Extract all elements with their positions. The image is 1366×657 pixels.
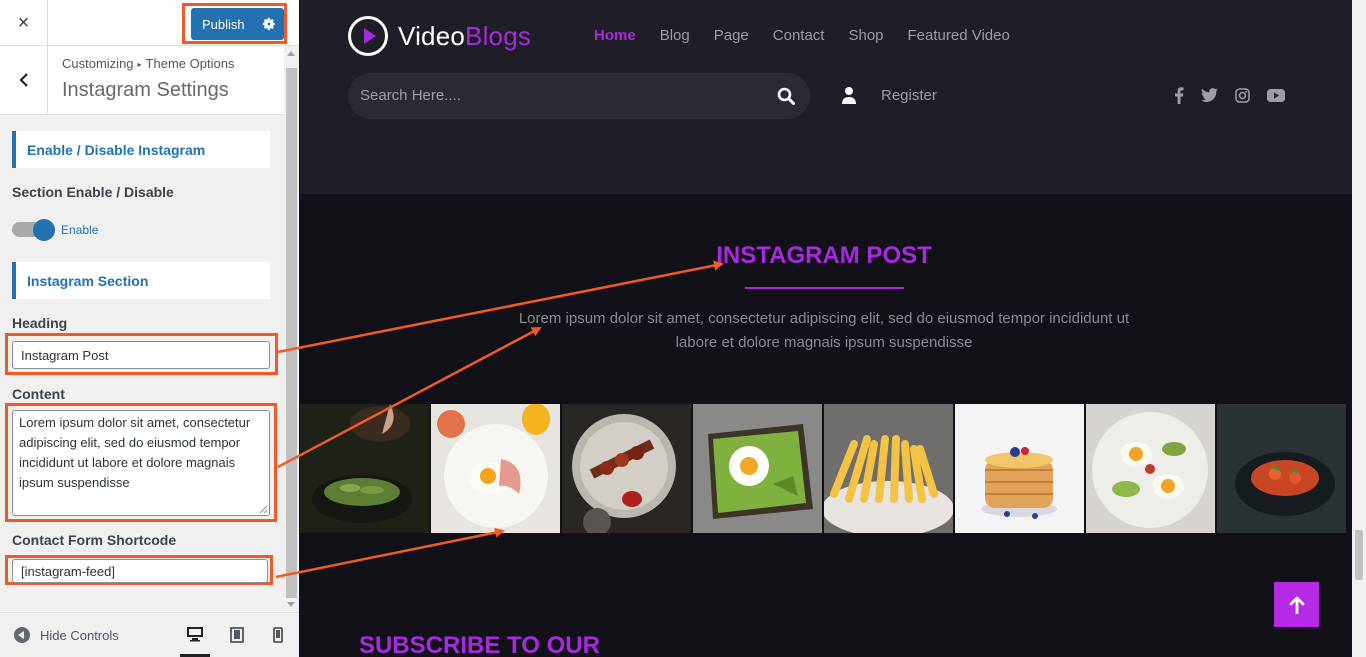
photo-eggs-and-ham[interactable] [431, 404, 560, 533]
gear-icon[interactable] [262, 17, 276, 31]
scroll-down-icon[interactable] [287, 602, 295, 607]
device-mobile-button[interactable] [263, 613, 293, 657]
collapse-icon [14, 627, 30, 643]
nav-item-contact[interactable]: Contact [773, 27, 825, 44]
photo-grilled-skewers[interactable] [562, 404, 691, 533]
photo-tomato-salad[interactable] [1217, 404, 1346, 533]
photo-eggs-avocado-salad[interactable] [1086, 404, 1215, 533]
section-title-enable-disable: Enable / Disable Instagram [12, 131, 270, 168]
publish-button[interactable]: Publish [191, 8, 284, 40]
hide-controls-button[interactable]: Hide Controls [14, 627, 119, 643]
play-icon [348, 16, 388, 56]
photo-pancakes[interactable] [955, 404, 1084, 533]
preview-scrollbar[interactable] [1352, 0, 1366, 657]
device-tablet-button[interactable] [222, 613, 252, 657]
youtube-icon[interactable] [1266, 86, 1286, 104]
back-button[interactable] [0, 46, 48, 114]
section-toggle-label: Section Enable / Disable [12, 184, 174, 200]
arrow-up-icon [1289, 596, 1304, 614]
twitter-icon[interactable] [1199, 86, 1219, 104]
photo-avocado-toast[interactable] [693, 404, 822, 533]
preview-scrollbar-thumb[interactable] [1355, 530, 1363, 580]
nav-item-shop[interactable]: Shop [848, 27, 883, 44]
subscribe-heading: SUBSCRIBE TO OUR [359, 632, 600, 657]
site-logo[interactable]: VideoBlogs [348, 16, 531, 56]
search-icon[interactable] [777, 87, 795, 105]
instagram-gallery [300, 404, 1366, 533]
tablet-icon [230, 627, 244, 643]
heading-label: Heading [12, 315, 68, 331]
content-label: Content [12, 386, 65, 402]
logo-text-accent: Blogs [465, 20, 532, 51]
customizer-footer: Hide Controls [0, 612, 299, 657]
search-input[interactable]: Search Here.... [348, 73, 810, 119]
chevron-left-icon [18, 73, 28, 87]
instagram-section: INSTAGRAM POST Lorem ipsum dolor sit ame… [300, 194, 1366, 657]
register-link[interactable]: Register [881, 87, 937, 104]
nav-item-featured-video[interactable]: Featured Video [908, 27, 1010, 44]
heading-input[interactable] [12, 341, 270, 369]
section-title-instagram: Instagram Section [12, 262, 270, 299]
breadcrumb-parent: Theme Options [145, 56, 235, 71]
nav-item-page[interactable]: Page [714, 27, 749, 44]
shortcode-input[interactable] [12, 559, 268, 583]
breadcrumb: Customizing ▸ Theme Options [62, 56, 234, 71]
close-button[interactable]: × [0, 0, 48, 46]
nav-item-blog[interactable]: Blog [660, 27, 690, 44]
toggle-knob[interactable] [33, 219, 55, 241]
device-desktop-button[interactable] [180, 613, 210, 657]
instagram-heading: INSTAGRAM POST [716, 242, 932, 269]
desktop-icon [187, 626, 203, 641]
instagram-icon[interactable] [1232, 86, 1252, 104]
facebook-icon[interactable] [1169, 86, 1189, 104]
logo-text: VideoBlogs [398, 21, 531, 52]
toggle-state-label: Enable [61, 223, 99, 237]
resize-handle-icon[interactable] [259, 505, 268, 514]
publish-label: Publish [202, 16, 245, 32]
scroll-to-top-button[interactable] [1274, 582, 1319, 627]
photo-french-fries[interactable] [824, 404, 953, 533]
photo-green-beans[interactable] [300, 404, 429, 533]
breadcrumb-separator-icon: ▸ [137, 60, 142, 69]
mobile-icon [273, 627, 283, 643]
heading-underline [745, 287, 904, 289]
customizer-panel: × Publish Customizing ▸ Theme Options Inst… [0, 0, 299, 657]
page-title: Instagram Settings [62, 79, 229, 101]
site-header: VideoBlogs Home Blog Page Contact Shop F… [300, 0, 1366, 194]
search-placeholder: Search Here.... [360, 87, 461, 104]
site-preview: VideoBlogs Home Blog Page Contact Shop F… [300, 0, 1366, 657]
scroll-up-icon[interactable] [287, 51, 295, 56]
close-icon: × [17, 11, 30, 34]
content-textarea[interactable] [12, 410, 270, 516]
scrollbar-thumb[interactable] [286, 68, 297, 598]
user-icon[interactable] [841, 86, 857, 104]
breadcrumb-root: Customizing [62, 56, 134, 71]
hide-controls-label: Hide Controls [40, 627, 119, 643]
panel-scrollbar[interactable] [284, 46, 299, 612]
instagram-description: Lorem ipsum dolor sit amet, consectetur … [518, 310, 1130, 351]
nav-item-home[interactable]: Home [594, 27, 636, 44]
main-nav: Home Blog Page Contact Shop Featured Vid… [594, 27, 1034, 44]
shortcode-label: Contact Form Shortcode [12, 532, 177, 548]
logo-text-main: Video [398, 20, 466, 51]
section-header: Customizing ▸ Theme Options Instagram Sett… [0, 46, 284, 115]
